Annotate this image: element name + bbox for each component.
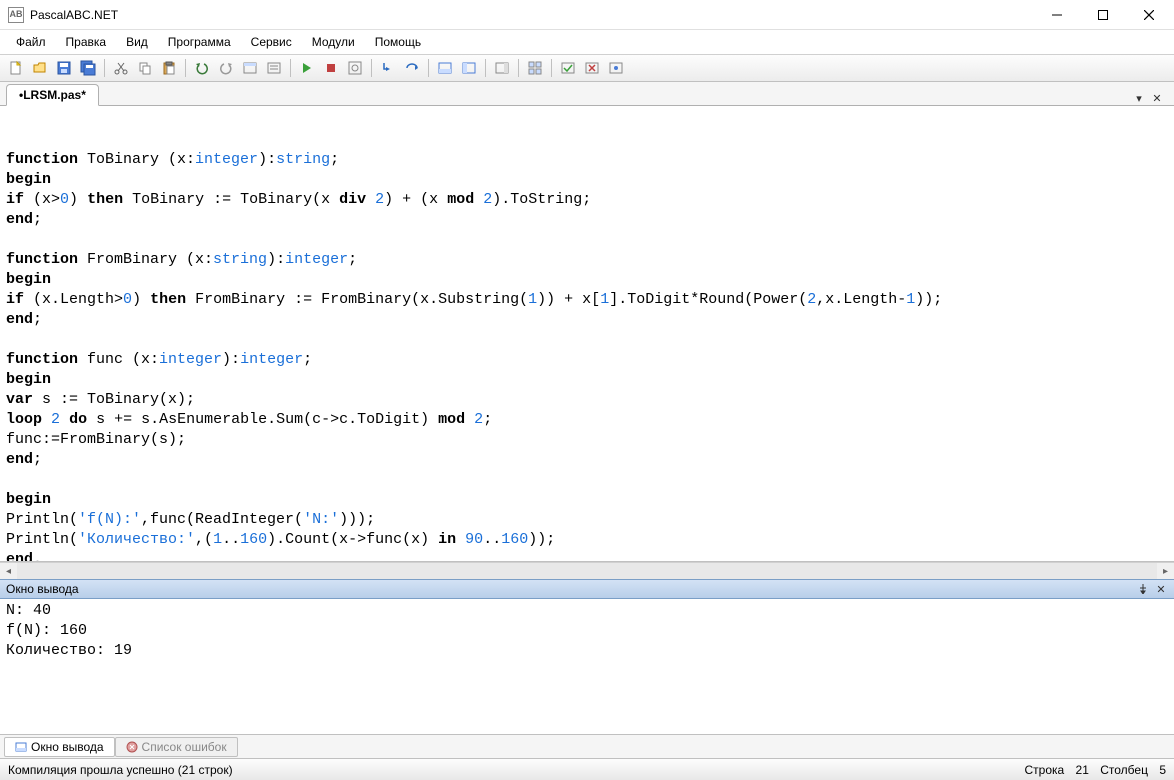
close-panel-icon[interactable]: ✕: [1154, 582, 1168, 596]
output-panel-header: Окно вывода ✕: [0, 579, 1174, 599]
tool-icon-2[interactable]: [264, 58, 284, 78]
horizontal-scrollbar[interactable]: ◂ ▸: [0, 562, 1174, 579]
window-title: PascalABC.NET: [30, 8, 1034, 22]
statusbar: Компиляция прошла успешно (21 строк) Стр…: [0, 758, 1174, 780]
panel-icon-2[interactable]: [459, 58, 479, 78]
cut-icon[interactable]: [111, 58, 131, 78]
errors-tab-label: Список ошибок: [142, 740, 227, 754]
status-line-value: 21: [1076, 763, 1089, 777]
toolbar-separator: [518, 59, 519, 77]
output-panel-title: Окно вывода: [6, 582, 1132, 596]
file-tab[interactable]: •LRSM.pas*: [6, 84, 99, 106]
editor-area: function ToBinary (x:integer):string;beg…: [0, 106, 1174, 562]
menu-edit[interactable]: Правка: [56, 32, 117, 52]
grid-icon[interactable]: [525, 58, 545, 78]
scroll-left-icon[interactable]: ◂: [0, 563, 17, 580]
menu-modules[interactable]: Модули: [302, 32, 365, 52]
step-over-icon[interactable]: [402, 58, 422, 78]
paste-icon[interactable]: [159, 58, 179, 78]
panel-icon-3[interactable]: [492, 58, 512, 78]
toolbar-separator: [290, 59, 291, 77]
menu-program[interactable]: Программа: [158, 32, 241, 52]
new-file-icon[interactable]: [6, 58, 26, 78]
tool-icon-1[interactable]: [240, 58, 260, 78]
tabbar: •LRSM.pas* ▾ ✕: [0, 82, 1174, 106]
maximize-button[interactable]: [1080, 0, 1126, 30]
run-icon[interactable]: [297, 58, 317, 78]
save-icon[interactable]: [54, 58, 74, 78]
scroll-right-icon[interactable]: ▸: [1157, 563, 1174, 580]
tab-close-icon[interactable]: ✕: [1150, 91, 1164, 105]
toolbar-separator: [104, 59, 105, 77]
menubar: Файл Правка Вид Программа Сервис Модули …: [0, 30, 1174, 54]
tool-icon-4[interactable]: [582, 58, 602, 78]
output-tab-label: Окно вывода: [31, 740, 104, 754]
code-editor[interactable]: function ToBinary (x:integer):string;beg…: [0, 106, 1174, 561]
stop-icon[interactable]: [321, 58, 341, 78]
status-line-label: Строка: [1024, 763, 1064, 777]
titlebar: AB PascalABC.NET: [0, 0, 1174, 30]
tool-icon-3[interactable]: [558, 58, 578, 78]
bottom-tabs: Окно вывода Список ошибок: [0, 734, 1174, 758]
compile-icon[interactable]: [345, 58, 365, 78]
status-col-value: 5: [1159, 763, 1166, 777]
step-into-icon[interactable]: [378, 58, 398, 78]
toolbar-separator: [485, 59, 486, 77]
errors-tab[interactable]: Список ошибок: [115, 737, 238, 757]
toolbar-separator: [371, 59, 372, 77]
menu-file[interactable]: Файл: [6, 32, 56, 52]
toolbar: [0, 54, 1174, 82]
window-controls: [1034, 0, 1172, 30]
open-file-icon[interactable]: [30, 58, 50, 78]
copy-icon[interactable]: [135, 58, 155, 78]
output-panel-body[interactable]: N: 40 f(N): 160 Количество: 19: [0, 599, 1174, 734]
panel-icon-1[interactable]: [435, 58, 455, 78]
status-col-label: Столбец: [1100, 763, 1148, 777]
save-all-icon[interactable]: [78, 58, 98, 78]
menu-view[interactable]: Вид: [116, 32, 158, 52]
output-tab-icon: [15, 741, 27, 753]
tool-icon-5[interactable]: [606, 58, 626, 78]
menu-help[interactable]: Помощь: [365, 32, 431, 52]
scroll-track[interactable]: [17, 563, 1157, 579]
output-tab[interactable]: Окно вывода: [4, 737, 115, 757]
app-icon: AB: [8, 7, 24, 23]
errors-tab-icon: [126, 741, 138, 753]
minimize-button[interactable]: [1034, 0, 1080, 30]
toolbar-separator: [185, 59, 186, 77]
close-button[interactable]: [1126, 0, 1172, 30]
pin-icon[interactable]: [1136, 582, 1150, 596]
toolbar-separator: [428, 59, 429, 77]
status-message: Компиляция прошла успешно (21 строк): [8, 763, 1024, 777]
undo-icon[interactable]: [192, 58, 212, 78]
menu-service[interactable]: Сервис: [241, 32, 302, 52]
toolbar-separator: [551, 59, 552, 77]
redo-icon[interactable]: [216, 58, 236, 78]
tab-dropdown-icon[interactable]: ▾: [1132, 91, 1146, 105]
